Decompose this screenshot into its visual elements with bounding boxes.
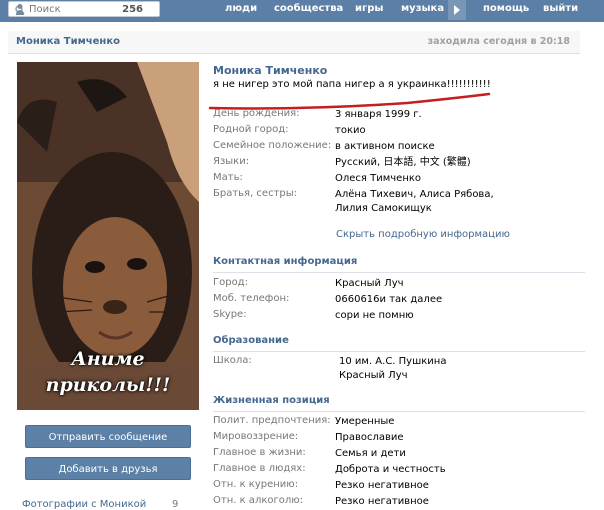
section-contact-info: Контактная информация (213, 256, 585, 273)
photos-count: 9 (172, 499, 179, 510)
section-education: Образование (213, 335, 585, 352)
nav-people[interactable]: люди (225, 3, 257, 14)
nav-communities[interactable]: сообщества (274, 3, 343, 14)
last-seen: заходила сегодня в 20:18 (427, 36, 570, 47)
profile-name: Моника Тимченко (213, 64, 328, 77)
profile-photo[interactable]: Аниме приколы!!! (17, 62, 199, 410)
top-navigation-bar: Поиск 256 люди сообщества игры музыка по… (0, 0, 604, 22)
online-count: 256 (122, 4, 143, 15)
photo-caption-line-1: Аниме (71, 348, 145, 370)
section-life-position: Жизненная позиция (213, 395, 585, 412)
profile-header: Моника Тимченко заходила сегодня в 20:18 (8, 31, 580, 54)
nav-music[interactable]: музыка (401, 3, 444, 14)
nav-games[interactable]: игры (355, 3, 383, 14)
send-message-button[interactable]: Отправить сообщение (25, 425, 191, 448)
photo-caption-line-2: приколы!!! (45, 374, 171, 396)
photos-with-user-link[interactable]: Фотографии с Моникой (22, 499, 146, 510)
header-name[interactable]: Моника Тимченко (16, 36, 120, 47)
person-icon[interactable] (15, 3, 25, 16)
play-arrow-icon[interactable] (448, 0, 466, 20)
search-input[interactable]: Поиск 256 (8, 1, 160, 17)
add-friend-button[interactable]: Добавить в друзья (25, 457, 191, 480)
nav-help[interactable]: помощь (483, 3, 529, 14)
nav-logout[interactable]: выйти (543, 3, 578, 14)
hide-details-link[interactable]: Скрыть подробную информацию (336, 229, 510, 240)
search-placeholder: Поиск (29, 4, 61, 15)
